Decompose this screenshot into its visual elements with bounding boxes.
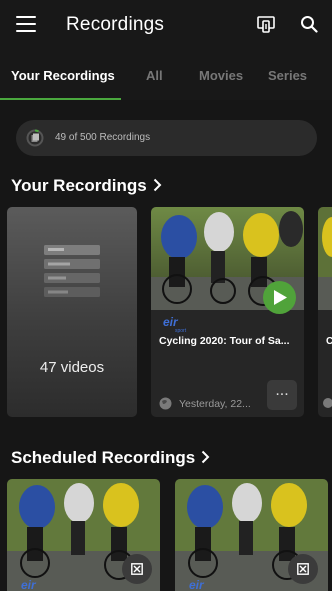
scheduled-recording-card[interactable]: eir bbox=[175, 479, 328, 591]
recording-card-peek[interactable]: C bbox=[318, 207, 332, 417]
app-bar: Recordings bbox=[0, 0, 332, 52]
storage-ring-icon bbox=[26, 129, 44, 147]
svg-text:C: C bbox=[326, 336, 332, 347]
scheduled-recording-card[interactable]: eir bbox=[7, 479, 160, 591]
quota-text: 49 of 500 Recordings bbox=[55, 132, 151, 143]
hamburger-menu-icon[interactable] bbox=[16, 16, 36, 32]
page-title: Recordings bbox=[66, 14, 165, 35]
your-recordings-heading-label: Your Recordings bbox=[11, 176, 147, 195]
folder-video-count: 47 videos bbox=[39, 359, 105, 376]
play-icon bbox=[274, 290, 287, 305]
your-recordings-heading[interactable]: Your Recordings bbox=[11, 176, 162, 197]
svg-text:eir: eir bbox=[189, 578, 205, 591]
tab-bar: Your Recordings All Movies Series bbox=[0, 52, 332, 100]
chevron-right-icon bbox=[153, 177, 162, 197]
recording-date: Yesterday, 22... bbox=[179, 398, 251, 410]
cancel-recording-icon bbox=[131, 563, 143, 575]
more-options-button[interactable]: ... bbox=[267, 380, 297, 410]
cancel-recording-button[interactable] bbox=[122, 554, 152, 584]
svg-text:sport: sport bbox=[175, 328, 187, 333]
cancel-recording-icon bbox=[297, 563, 309, 575]
cancel-recording-button[interactable] bbox=[288, 554, 318, 584]
tab-series[interactable]: Series bbox=[268, 68, 307, 83]
recording-title: Cycling 2020: Tour of Sa... bbox=[159, 335, 290, 347]
broadcast-globe-icon bbox=[159, 397, 172, 410]
svg-text:eir: eir bbox=[21, 578, 37, 591]
folder-stack-icon bbox=[44, 245, 100, 297]
scheduled-recordings-heading[interactable]: Scheduled Recordings bbox=[11, 448, 210, 469]
tab-your-recordings[interactable]: Your Recordings bbox=[11, 68, 115, 83]
active-tab-indicator bbox=[0, 98, 121, 100]
tab-all[interactable]: All bbox=[146, 68, 163, 83]
tab-movies[interactable]: Movies bbox=[199, 68, 243, 83]
svg-text:eir: eir bbox=[163, 315, 179, 329]
eir-sport-logo: eir sport bbox=[163, 315, 187, 333]
recording-quota-pill: 49 of 500 Recordings bbox=[16, 120, 317, 156]
play-button[interactable] bbox=[263, 281, 296, 314]
chevron-right-icon bbox=[201, 449, 210, 469]
recording-card[interactable]: eir sport Cycling 2020: Tour of Sa... Ye… bbox=[151, 207, 304, 417]
search-icon[interactable] bbox=[300, 15, 318, 33]
scheduled-recordings-heading-label: Scheduled Recordings bbox=[11, 448, 196, 467]
recordings-folder-card[interactable]: 47 videos bbox=[7, 207, 137, 417]
cast-screen-icon[interactable] bbox=[257, 15, 275, 33]
